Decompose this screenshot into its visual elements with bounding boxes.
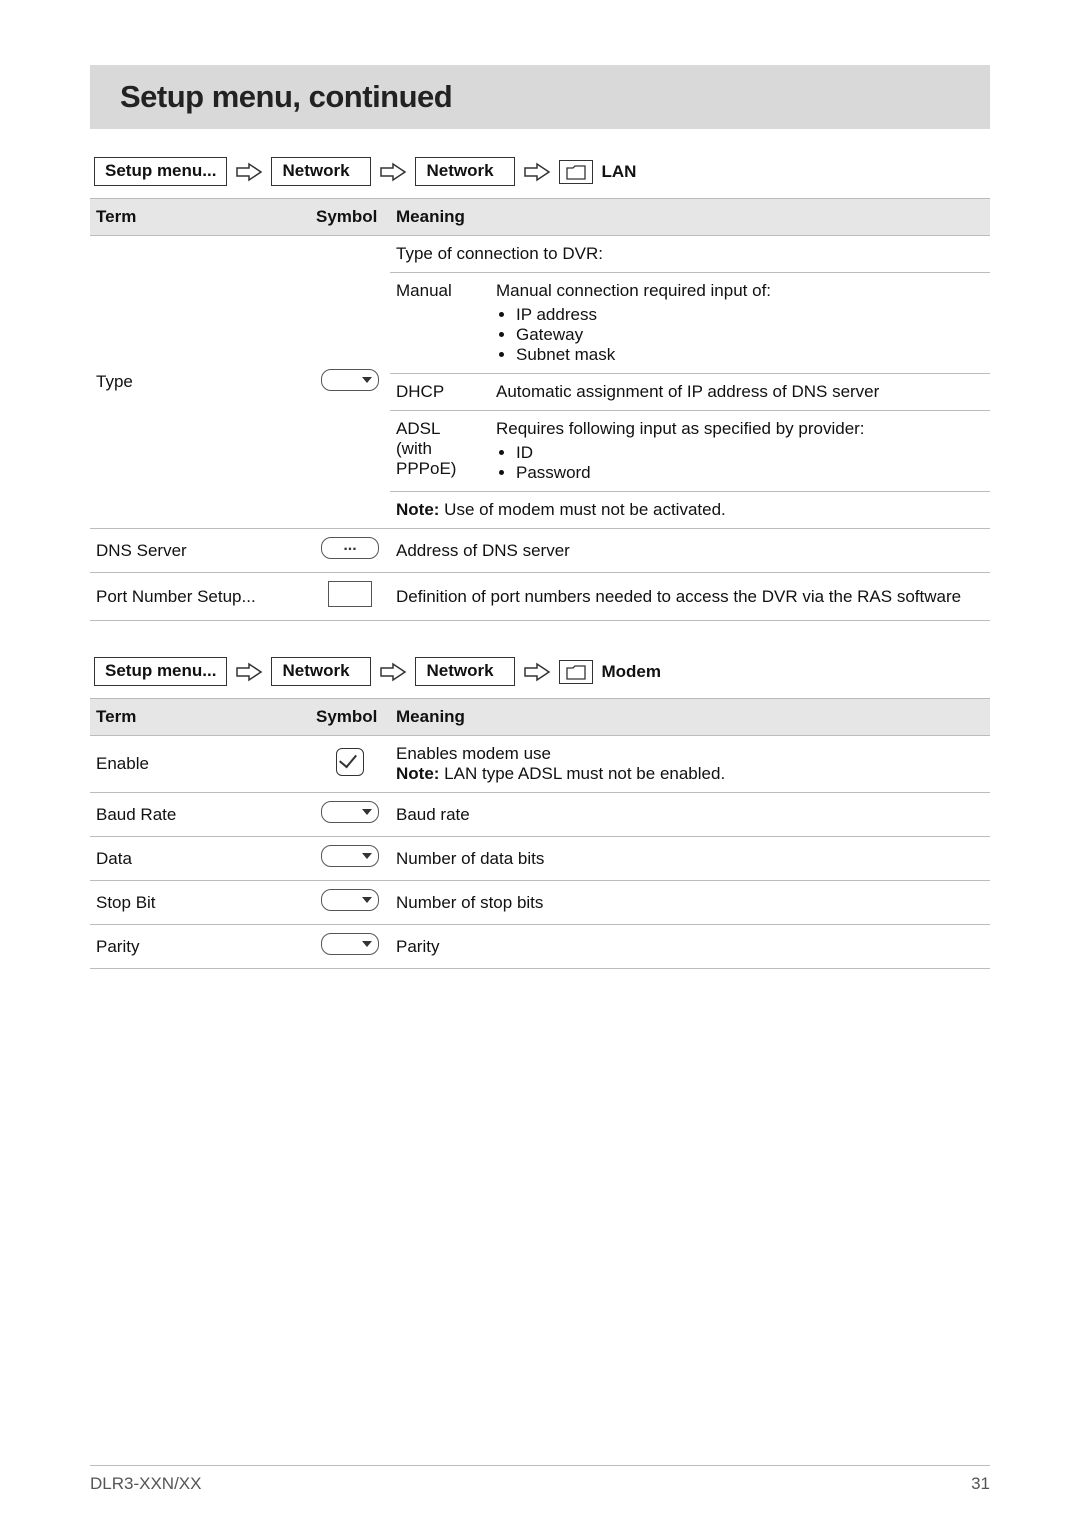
folder-icon — [559, 660, 593, 684]
term-enable: Enable — [90, 736, 310, 793]
note-label: Note: — [396, 500, 439, 519]
breadcrumb-step-setup: Setup menu... — [94, 657, 227, 686]
breadcrumb-step-network-tab: Network — [415, 157, 515, 186]
list-item: ID — [516, 443, 865, 463]
arrow-right-icon — [379, 662, 407, 682]
type-adsl-label: ADSL (with PPPoE) — [396, 419, 476, 479]
col-meaning: Meaning — [390, 699, 990, 736]
symbol-dropdown — [310, 793, 390, 837]
symbol-checkbox — [310, 736, 390, 793]
dropdown-icon — [321, 845, 379, 867]
breadcrumb-modem: Setup menu... Network Network Modem — [90, 657, 990, 699]
symbol-dropdown — [310, 837, 390, 881]
breadcrumb-lan: Setup menu... Network Network LAN — [90, 157, 990, 199]
meaning-dns: Address of DNS server — [390, 529, 990, 573]
type-dhcp-label: DHCP — [396, 382, 476, 402]
col-term: Term — [90, 699, 310, 736]
symbol-rect — [310, 573, 390, 621]
list-item: Gateway — [516, 325, 771, 345]
meaning-enable: Enables modem use Note: LAN type ADSL mu… — [390, 736, 990, 793]
term-data: Data — [90, 837, 310, 881]
type-dhcp-text: Automatic assignment of IP address of DN… — [496, 382, 879, 402]
page-title-bar: Setup menu, continued — [90, 65, 990, 129]
term-parity: Parity — [90, 925, 310, 969]
arrow-right-icon — [523, 662, 551, 682]
footer-page-number: 31 — [971, 1474, 990, 1494]
dropdown-icon — [321, 933, 379, 955]
type-dhcp: DHCP Automatic assignment of IP address … — [390, 374, 990, 411]
meaning-data: Number of data bits — [390, 837, 990, 881]
meaning-baud: Baud rate — [390, 793, 990, 837]
arrow-right-icon — [379, 162, 407, 182]
ellipsis-icon — [321, 537, 379, 559]
type-manual: Manual Manual connection required input … — [390, 273, 990, 374]
term-dns: DNS Server — [90, 529, 310, 573]
term-port: Port Number Setup... — [90, 573, 310, 621]
meaning-parity: Parity — [390, 925, 990, 969]
symbol-dropdown — [310, 881, 390, 925]
type-manual-label: Manual — [396, 281, 476, 301]
symbol-dropdown — [310, 925, 390, 969]
note-text: LAN type ADSL must not be enabled. — [439, 764, 725, 783]
list-item: IP address — [516, 305, 771, 325]
enable-line1: Enables modem use — [396, 744, 984, 764]
term-baud: Baud Rate — [90, 793, 310, 837]
breadcrumb-step-network: Network — [271, 157, 371, 186]
breadcrumb-leaf-label: LAN — [601, 162, 636, 182]
term-type: Type — [90, 236, 310, 529]
dropdown-icon — [321, 889, 379, 911]
breadcrumb-leaf-label: Modem — [601, 662, 661, 682]
col-symbol: Symbol — [310, 699, 390, 736]
footer-left: DLR3-XXN/XX — [90, 1474, 201, 1494]
folder-icon — [559, 160, 593, 184]
list-item: Subnet mask — [516, 345, 771, 365]
type-intro: Type of connection to DVR: — [390, 236, 990, 273]
note-label: Note: — [396, 764, 439, 783]
symbol-dropdown — [310, 236, 390, 529]
dropdown-icon — [321, 369, 379, 391]
type-adsl-text: Requires following input as specified by… — [496, 419, 865, 438]
note-text: Use of modem must not be activated. — [439, 500, 725, 519]
arrow-right-icon — [235, 662, 263, 682]
meaning-stop: Number of stop bits — [390, 881, 990, 925]
breadcrumb-leaf-modem: Modem — [559, 660, 661, 684]
type-manual-text: Manual connection required input of: — [496, 281, 771, 300]
breadcrumb-step-network-tab: Network — [415, 657, 515, 686]
type-adsl: ADSL (with PPPoE) Requires following inp… — [390, 411, 990, 492]
type-note: Note: Use of modem must not be activated… — [390, 492, 990, 529]
breadcrumb-step-setup: Setup menu... — [94, 157, 227, 186]
arrow-right-icon — [523, 162, 551, 182]
breadcrumb-step-network: Network — [271, 657, 371, 686]
lan-table: Term Symbol Meaning Type Type of connect… — [90, 199, 990, 621]
checkbox-icon — [336, 748, 364, 776]
page-footer: DLR3-XXN/XX 31 — [90, 1465, 990, 1494]
dropdown-icon — [321, 801, 379, 823]
col-meaning: Meaning — [390, 199, 990, 236]
rect-icon — [328, 581, 372, 607]
modem-table: Term Symbol Meaning Enable Enables modem… — [90, 699, 990, 969]
col-symbol: Symbol — [310, 199, 390, 236]
page-title: Setup menu, continued — [120, 79, 970, 115]
symbol-ellipsis — [310, 529, 390, 573]
term-stop: Stop Bit — [90, 881, 310, 925]
breadcrumb-leaf-lan: LAN — [559, 160, 636, 184]
col-term: Term — [90, 199, 310, 236]
meaning-port: Definition of port numbers needed to acc… — [390, 573, 990, 621]
arrow-right-icon — [235, 162, 263, 182]
list-item: Password — [516, 463, 865, 483]
